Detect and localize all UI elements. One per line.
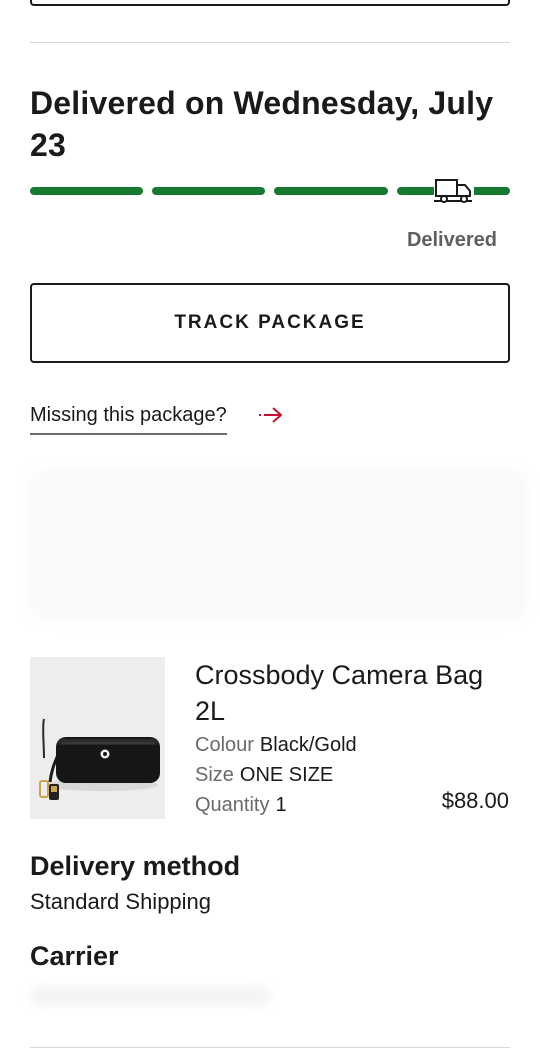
size-value: ONE SIZE <box>239 764 334 786</box>
product-image[interactable] <box>30 657 165 819</box>
progress-segment-3 <box>274 187 388 195</box>
delivery-method-value: Standard Shipping <box>30 889 212 914</box>
progress-segment-2 <box>152 187 265 195</box>
blurred-content-placeholder <box>30 470 528 620</box>
colour-label: Colour <box>195 734 254 756</box>
product-name[interactable]: Crossbody Camera Bag 2L <box>195 657 515 729</box>
product-size: Size ONE SIZE <box>195 762 333 788</box>
previous-card-edge <box>30 0 510 6</box>
quantity-value: 1 <box>275 794 287 816</box>
delivery-truck-icon <box>434 176 474 206</box>
arrow-right-icon[interactable] <box>258 405 284 425</box>
product-quantity: Quantity 1 <box>195 792 287 818</box>
quantity-label: Quantity <box>195 794 270 816</box>
progress-status-label: Delivered <box>406 229 497 251</box>
carrier-value-placeholder <box>30 986 270 1006</box>
product-colour: Colour Black/Gold <box>195 732 357 758</box>
section-divider-bottom <box>30 1047 510 1048</box>
section-divider <box>30 42 510 43</box>
size-label: Size <box>195 764 234 786</box>
colour-value: Black/Gold <box>259 734 357 756</box>
track-package-button[interactable]: TRACK PACKAGE <box>30 283 510 363</box>
carrier-title: Carrier <box>30 941 119 971</box>
delivery-method-title: Delivery method <box>30 851 241 881</box>
missing-package-link[interactable]: Missing this package? <box>30 404 227 435</box>
product-price: $88.00 <box>441 788 509 813</box>
progress-segment-1 <box>30 187 143 195</box>
delivery-status-heading: Delivered on Wednesday, July 23 <box>30 85 494 163</box>
